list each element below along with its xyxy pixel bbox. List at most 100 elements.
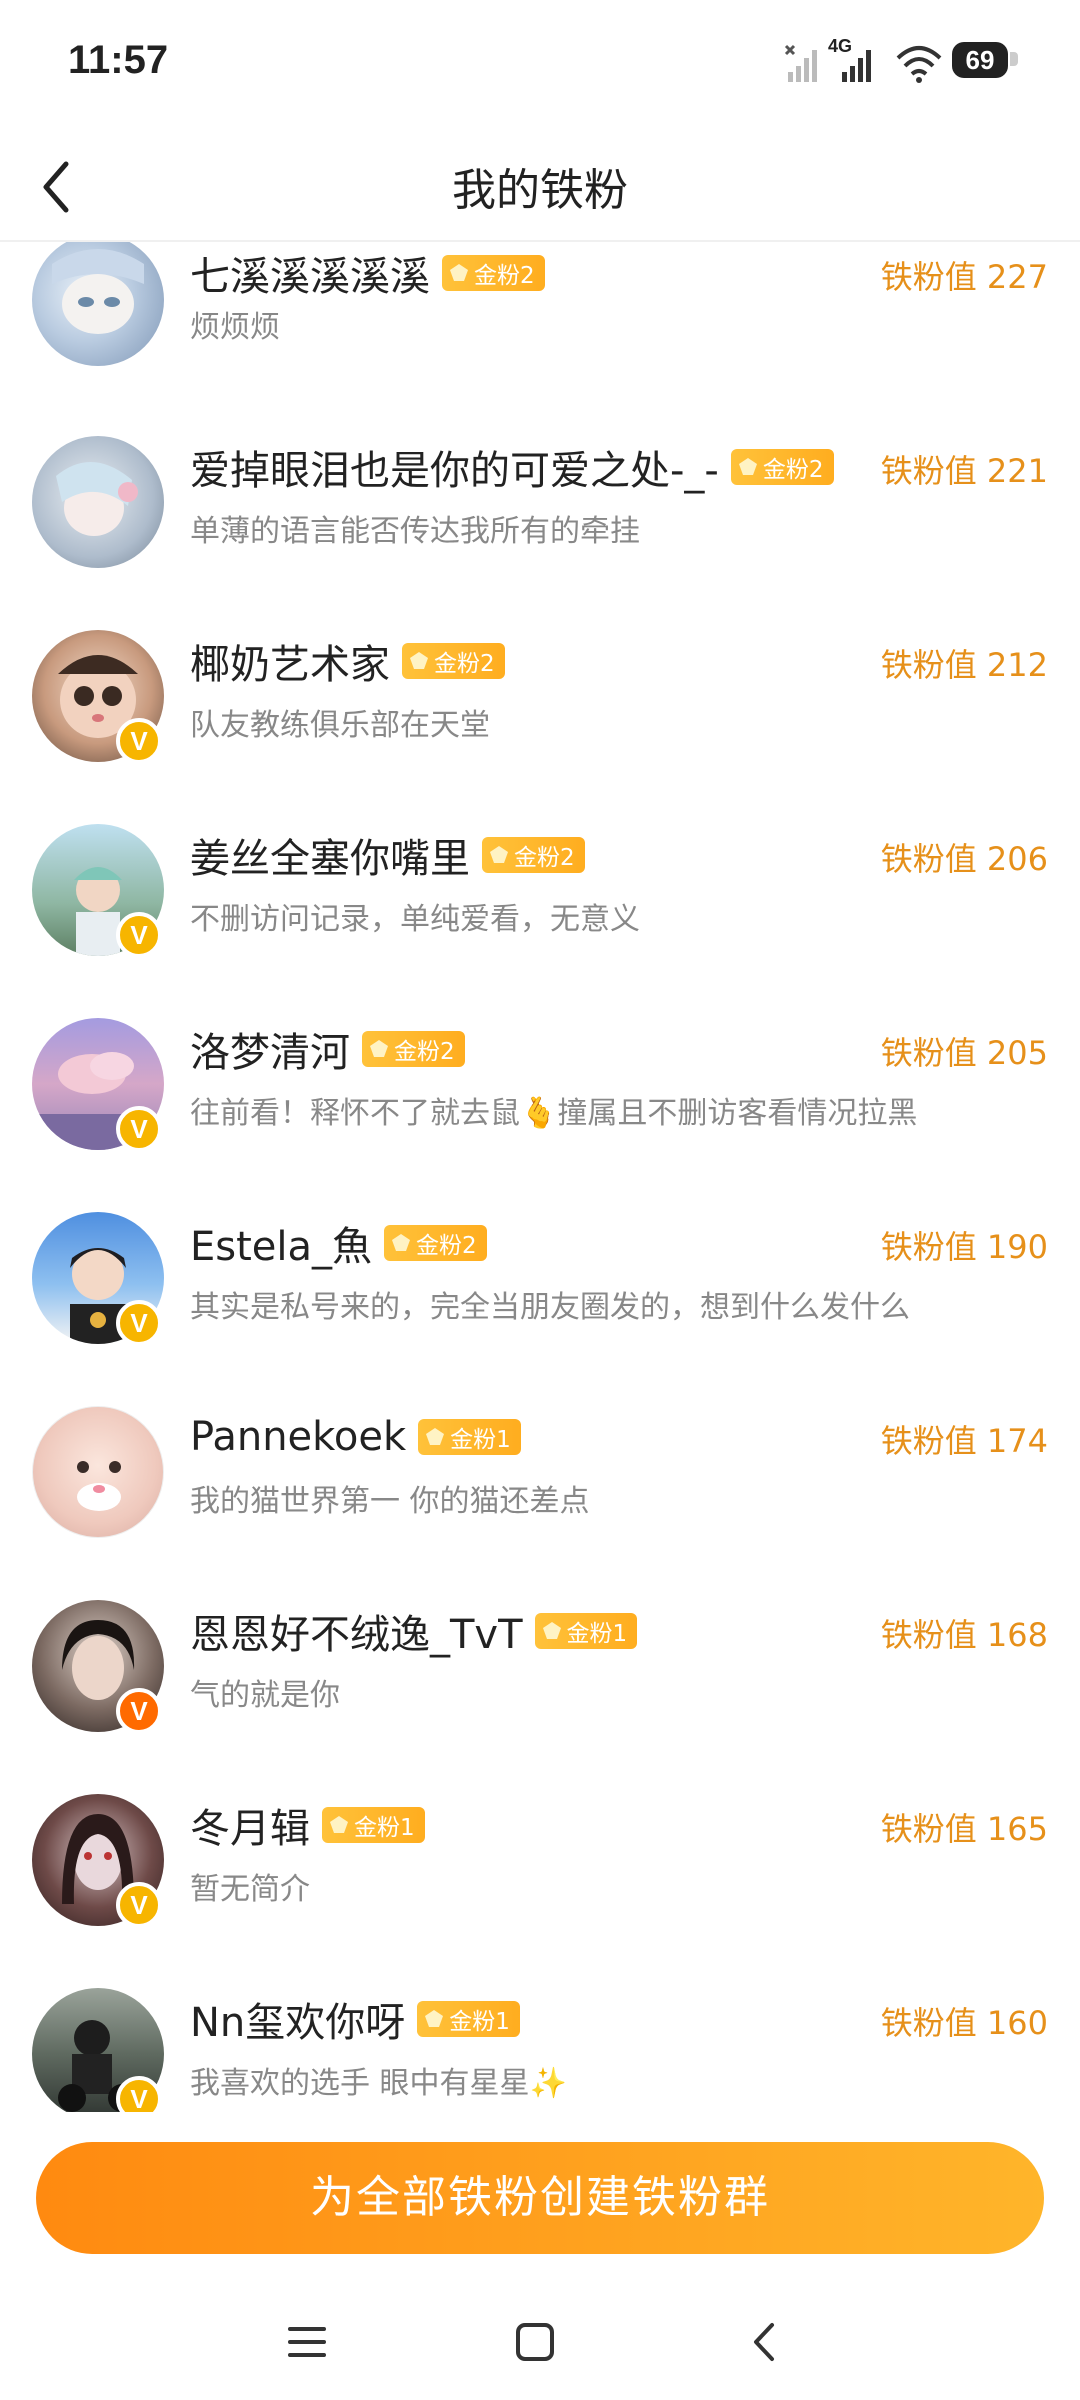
- fan-bio: 我喜欢的选手 眼中有星星✨: [190, 2066, 567, 2101]
- network-label: 4G: [828, 36, 853, 56]
- fan-level-label: 金粉2: [434, 651, 495, 677]
- fan-level-label: 金粉2: [514, 845, 575, 871]
- fan-level-label: 金粉1: [354, 1815, 415, 1841]
- fan-score: 铁粉值 168: [880, 1616, 1048, 1654]
- fan-row[interactable]: V Nn玺欢你呀 金粉1 铁粉值 160 我喜欢的选手 眼中有星星✨: [0, 1988, 1080, 2112]
- verified-badge-icon: V: [116, 912, 162, 958]
- gem-icon: [542, 1622, 561, 1639]
- fan-name-line: 爱掉眼泪也是你的可爱之处-_- 金粉2: [190, 440, 834, 494]
- fan-level-badge: 金粉2: [384, 1225, 487, 1261]
- fan-row[interactable]: 爱掉眼泪也是你的可爱之处-_- 金粉2 铁粉值 221 单薄的语言能否传达我所有…: [0, 436, 1080, 630]
- fan-name-line: Nn玺欢你呀 金粉1: [190, 1992, 520, 2046]
- signal-off-icon: [784, 44, 817, 82]
- home-button[interactable]: [500, 2307, 570, 2377]
- page-title: 我的铁粉: [452, 165, 628, 216]
- fan-level-label: 金粉2: [416, 1233, 477, 1259]
- battery-tip: [1010, 52, 1018, 66]
- fan-name: 七溪溪溪溪溪: [190, 254, 430, 300]
- fan-name: 椰奶艺术家: [190, 642, 390, 688]
- gem-icon: [392, 1234, 411, 1251]
- fan-name-line: 恩恩好不绒逸_TvT 金粉1: [190, 1604, 638, 1658]
- fan-bio: 往前看！释怀不了就去鼠🫰撞属且不删访客看情况拉黑: [190, 1096, 918, 1131]
- fan-score: 铁粉值 221: [880, 452, 1048, 490]
- fan-bio: 不删访问记录，单纯爱看，无意义: [190, 902, 640, 937]
- fan-name-line: Estela_魚 金粉2: [190, 1216, 487, 1270]
- fan-level-badge: 金粉1: [418, 1419, 521, 1455]
- avatar[interactable]: [32, 242, 164, 366]
- gem-icon: [426, 1428, 445, 1445]
- fan-name-line: 七溪溪溪溪溪 金粉2: [190, 246, 545, 300]
- fan-row[interactable]: V 冬月辑 金粉1 铁粉值 165 暂无简介: [0, 1794, 1080, 1988]
- fan-level-badge: 金粉1: [322, 1807, 425, 1843]
- fan-score: 铁粉值 174: [880, 1422, 1048, 1460]
- fans-list[interactable]: 七溪溪溪溪溪 金粉2 铁粉值 227 烦烦烦 爱掉眼泪也是你的可爱之处-_- 金…: [0, 242, 1080, 2112]
- verified-badge-icon: V: [116, 1882, 162, 1928]
- gem-icon: [410, 652, 428, 669]
- fan-bio: 暂无简介: [190, 1872, 310, 1907]
- status-bar: 11:57 4G 69: [0, 0, 1080, 130]
- fan-row[interactable]: 七溪溪溪溪溪 金粉2 铁粉值 227 烦烦烦: [0, 242, 1080, 436]
- fan-name: 姜丝全塞你嘴里: [190, 836, 470, 882]
- header: 我的铁粉: [0, 130, 1080, 242]
- fan-level-badge: 金粉2: [482, 837, 585, 873]
- gem-icon: [450, 264, 468, 281]
- fan-level-badge: 金粉2: [730, 449, 834, 485]
- fan-level-label: 金粉1: [566, 1621, 628, 1647]
- fan-level-badge: 金粉1: [534, 1613, 638, 1649]
- gem-icon: [425, 2010, 444, 2027]
- gem-icon: [330, 1816, 348, 1833]
- fan-level-badge: 金粉1: [417, 2001, 520, 2037]
- fan-name: 恩恩好不绒逸_TvT: [190, 1612, 523, 1658]
- fan-bio: 队友教练俱乐部在天堂: [190, 708, 490, 743]
- home-square-icon: [516, 2323, 554, 2361]
- fan-score: 铁粉值 212: [880, 646, 1048, 684]
- nav-back-button[interactable]: [730, 2307, 800, 2377]
- status-time: 11:57: [68, 38, 169, 82]
- fan-bio: 其实是私号来的，完全当朋友圈发的，想到什么发什么: [190, 1290, 910, 1325]
- gem-icon: [370, 1040, 388, 1057]
- system-nav-bar: [0, 2287, 1080, 2397]
- verified-badge-icon: V: [116, 1106, 162, 1152]
- verified-badge-icon: V: [116, 718, 162, 764]
- fan-bio: 烦烦烦: [190, 310, 280, 345]
- fan-row[interactable]: V Estela_魚 金粉2 铁粉值 190 其实是私号来的，完全当朋友圈发的，…: [0, 1212, 1080, 1406]
- status-icons: 4G 69: [782, 36, 1022, 86]
- fan-row[interactable]: V 椰奶艺术家 金粉2 铁粉值 212 队友教练俱乐部在天堂: [0, 630, 1080, 824]
- fan-row[interactable]: Pannekoek 金粉1 铁粉值 174 我的猫世界第一 你的猫还差点: [0, 1406, 1080, 1600]
- fan-bio: 单薄的语言能否传达我所有的牵挂: [190, 514, 640, 549]
- create-fan-group-button[interactable]: 为全部铁粉创建铁粉群: [36, 2142, 1044, 2254]
- fan-name: 爱掉眼泪也是你的可爱之处-_-: [190, 448, 719, 494]
- fan-row[interactable]: V 姜丝全塞你嘴里 金粉2 铁粉值 206 不删访问记录，单纯爱看，无意义: [0, 824, 1080, 1018]
- bottom-area: 为全部铁粉创建铁粉群: [0, 2112, 1080, 2400]
- fan-name-line: 冬月辑 金粉1: [190, 1798, 425, 1852]
- verified-badge-icon: V: [116, 1300, 162, 1346]
- gem-icon: [738, 458, 757, 475]
- battery-indicator: 69: [952, 42, 1008, 78]
- fan-bio: 气的就是你: [190, 1678, 340, 1713]
- fan-name-line: Pannekoek 金粉1: [190, 1410, 521, 1464]
- fan-level-badge: 金粉2: [362, 1031, 465, 1067]
- gem-icon: [490, 846, 508, 863]
- fan-score: 铁粉值 190: [880, 1228, 1048, 1266]
- wifi-icon: [896, 46, 942, 83]
- avatar[interactable]: [32, 1406, 164, 1538]
- fan-name-line: 姜丝全塞你嘴里 金粉2: [190, 828, 585, 882]
- fan-level-label: 金粉1: [450, 1427, 511, 1453]
- verified-badge-icon: V: [116, 1688, 162, 1734]
- fan-level-label: 金粉1: [449, 2009, 510, 2035]
- avatar[interactable]: [32, 436, 164, 568]
- fan-name: 冬月辑: [190, 1806, 310, 1852]
- fan-level-badge: 金粉2: [442, 255, 545, 291]
- fan-row[interactable]: V 洛梦清河 金粉2 铁粉值 205 往前看！释怀不了就去鼠🫰撞属且不删访客看情…: [0, 1018, 1080, 1212]
- menu-button[interactable]: [272, 2307, 342, 2377]
- fan-row[interactable]: V 恩恩好不绒逸_TvT 金粉1 铁粉值 168 气的就是你: [0, 1600, 1080, 1794]
- fan-name-line: 椰奶艺术家 金粉2: [190, 634, 505, 688]
- fan-level-label: 金粉2: [394, 1039, 455, 1065]
- fan-name: 洛梦清河: [190, 1030, 350, 1076]
- fan-name: Estela_魚: [190, 1224, 373, 1270]
- fan-score: 铁粉值 227: [880, 258, 1048, 296]
- fan-level-badge: 金粉2: [402, 643, 505, 679]
- fan-level-label: 金粉2: [474, 263, 535, 289]
- nav-back-icon: [754, 2323, 774, 2361]
- menu-icon: [288, 2327, 326, 2357]
